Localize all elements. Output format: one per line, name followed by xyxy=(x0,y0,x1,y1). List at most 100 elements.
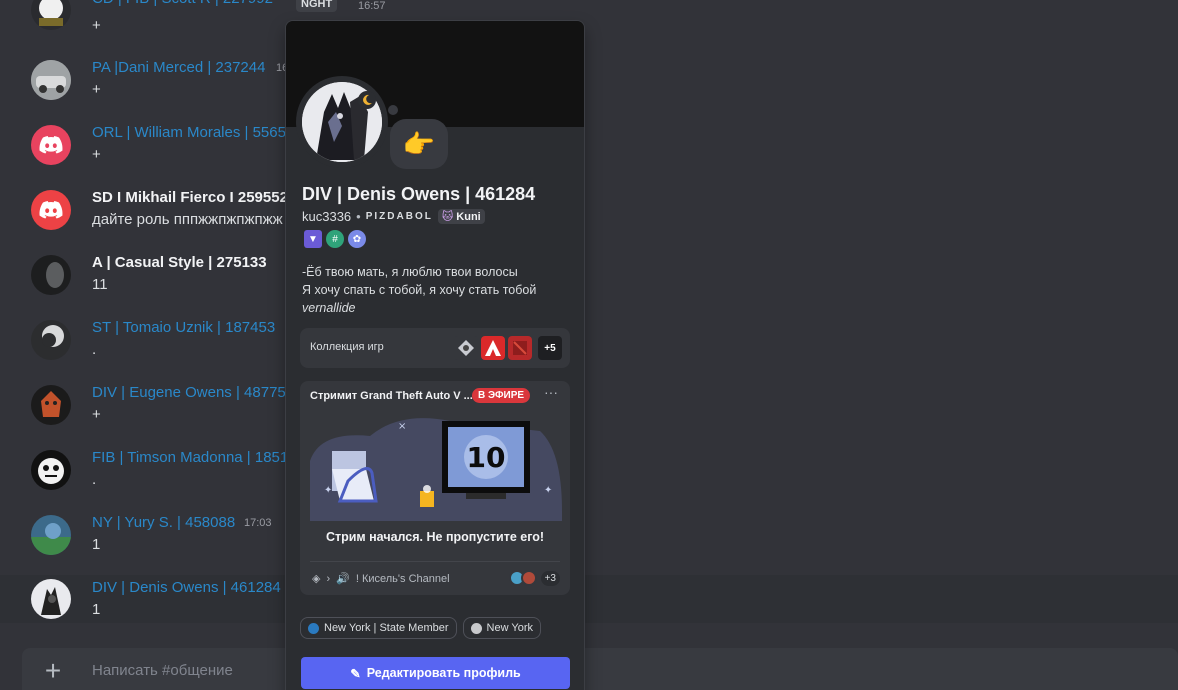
hashtag-badge-icon[interactable]: # xyxy=(326,230,344,248)
avatar xyxy=(520,570,537,586)
avatar[interactable] xyxy=(31,579,71,619)
edit-profile-label: Редактировать профиль xyxy=(366,666,521,680)
role-pill[interactable]: New York xyxy=(462,617,542,639)
avatar[interactable] xyxy=(31,0,71,30)
message-text: + xyxy=(92,81,101,98)
chevron-right-icon: › xyxy=(326,572,331,585)
avatar[interactable] xyxy=(31,515,71,555)
discord-icon xyxy=(39,201,63,219)
voice-channel-name: ! Кисель's Channel xyxy=(355,572,450,585)
message-item: PA |Dani Merced | 237244 16 + xyxy=(0,59,1178,121)
stream-cta: Стрим начался. Не пропустите его! xyxy=(325,530,545,544)
message-item: FIB | Timson Madonna | 1851 . xyxy=(0,449,1178,511)
message-text: дайте роль пппжжпжпжпжж xyxy=(92,211,283,228)
message-item: ST | Tomaio Uznik | 187453 . xyxy=(0,319,1178,381)
role-name: New York xyxy=(486,622,534,634)
message-item: SD I Mikhail Fierco I 259552 дайте роль … xyxy=(0,189,1178,251)
message-author[interactable]: ST | Tomaio Uznik | 187453 xyxy=(92,319,275,337)
message-item: CD | FIB | Scott R | 227992 + xyxy=(0,0,1178,52)
apex-legends-icon[interactable] xyxy=(481,336,505,360)
profile-popout: 👉 DIV | Denis Owens | 461284 kuc3336 • P… xyxy=(285,20,585,690)
svg-text:×: × xyxy=(398,421,406,432)
stream-illustration: 10 × ✦ ✦ xyxy=(310,418,562,521)
avatar[interactable] xyxy=(31,255,71,295)
profile-username[interactable]: kuc3336 xyxy=(302,209,351,224)
message-author[interactable]: SD I Mikhail Fierco I 259552 xyxy=(92,189,288,207)
message-author[interactable]: ORL | William Morales | 5565 xyxy=(92,124,286,142)
message-author[interactable]: DIV | Denis Owens | 461284 xyxy=(92,579,281,597)
message-author[interactable]: CD | FIB | Scott R | 227992 xyxy=(92,0,273,8)
message-item: DIV | Denis Owens | 461284 1 xyxy=(0,575,1178,623)
pointing-hand-icon: 👉 xyxy=(402,128,436,159)
bio-line: Я хочу спать с тобой, я хочу стать тобой xyxy=(302,283,537,297)
voice-participants[interactable]: +3 xyxy=(508,570,560,586)
server-tag-label: Kuni xyxy=(456,210,481,223)
message-text: . xyxy=(92,341,97,358)
message-text: + xyxy=(92,406,101,423)
stream-activity-card[interactable]: Стримит Grand Theft Auto V ... В ЭФИРЕ ·… xyxy=(300,381,570,595)
cat-icon: 🐱 xyxy=(441,211,454,223)
message-author[interactable]: DIV | Eugene Owens | 487758 xyxy=(92,384,294,402)
status-bubble-dot xyxy=(388,105,398,115)
profile-bio: -Ёб твою мать, я люблю твои волосы Я хоч… xyxy=(302,263,536,317)
profile-display-name: DIV | Denis Owens | 461284 xyxy=(302,184,536,204)
profile-avatar[interactable] xyxy=(296,76,388,168)
game-icon[interactable] xyxy=(454,336,478,360)
message-text: + xyxy=(92,146,101,163)
more-options-icon[interactable]: ··· xyxy=(544,384,558,400)
separator-dot: • xyxy=(356,209,361,224)
message-item: A | Casual Style | 275133 11 xyxy=(0,254,1178,316)
avatar[interactable] xyxy=(31,385,71,425)
edit-profile-button[interactable]: ✎ Редактировать профиль xyxy=(301,657,570,689)
status-bubble[interactable]: 👉 xyxy=(390,119,448,169)
avatar[interactable] xyxy=(31,190,71,230)
profile-pronouns: PIZDABOL xyxy=(365,211,433,222)
message-composer: + xyxy=(22,648,1178,690)
role-pill[interactable]: New York | State Member xyxy=(300,617,457,639)
server-tag[interactable]: 🐱 Kuni xyxy=(437,209,485,224)
message-author[interactable]: A | Casual Style | 275133 xyxy=(92,254,267,272)
bio-line: -Ёб твою мать, я люблю твои волосы xyxy=(302,265,518,279)
more-games-count[interactable]: +5 xyxy=(538,336,562,360)
speaker-icon: 🔊 xyxy=(336,573,350,585)
stream-title: Стримит Grand Theft Auto V ... xyxy=(310,390,473,402)
avatar[interactable] xyxy=(31,320,71,360)
moon-status-icon xyxy=(358,91,376,109)
divider xyxy=(310,561,560,562)
boost-badge-icon[interactable]: ✿ xyxy=(348,230,366,248)
message-text: . xyxy=(92,471,97,488)
voice-more-count: +3 xyxy=(540,570,560,586)
message-author[interactable]: FIB | Timson Madonna | 1851 xyxy=(92,449,288,467)
role-color-dot xyxy=(470,622,482,634)
bio-line-italic: vernallide xyxy=(302,301,356,315)
chat-area: NGHT 16:57 CD | FIB | Scott R | 227992 +… xyxy=(0,0,1178,690)
message-item: NY | Yury S. | 458088 17:03 1 xyxy=(0,514,1178,576)
live-badge: В ЭФИРЕ xyxy=(472,388,531,403)
profile-badges: ▼ # ✿ xyxy=(304,230,366,248)
add-attachment-icon[interactable]: + xyxy=(42,657,64,685)
message-time: 17:03 xyxy=(244,517,272,529)
message-author[interactable]: NY | Yury S. | 458088 xyxy=(92,514,235,532)
dota-icon[interactable] xyxy=(508,336,532,360)
avatar[interactable] xyxy=(31,125,71,165)
profile-username-row: kuc3336 • PIZDABOL 🐱 Kuni xyxy=(302,209,485,224)
role-name: New York | State Member xyxy=(324,622,449,634)
game-collection-card[interactable]: Коллекция игр +5 xyxy=(300,328,570,368)
message-text: 1 xyxy=(92,601,101,618)
message-text: + xyxy=(92,17,101,34)
nitro-badge-icon[interactable]: ▼ xyxy=(304,230,322,248)
voice-channel-link[interactable]: ◈ › 🔊 ! Кисель's Channel xyxy=(312,572,450,586)
game-collection-label: Коллекция игр xyxy=(310,341,384,353)
role-color-dot xyxy=(308,622,319,634)
message-text: 11 xyxy=(92,276,108,293)
discord-icon xyxy=(39,136,63,154)
pencil-icon: ✎ xyxy=(350,666,361,681)
svg-text:✦: ✦ xyxy=(544,485,552,496)
countdown-number: 10 xyxy=(467,441,506,474)
message-text: 1 xyxy=(92,536,101,553)
message-item: DIV | Eugene Owens | 487758 + xyxy=(0,384,1178,446)
avatar[interactable] xyxy=(31,450,71,490)
svg-text:✦: ✦ xyxy=(324,485,332,496)
avatar[interactable] xyxy=(31,60,71,100)
message-author[interactable]: PA |Dani Merced | 237244 xyxy=(92,59,265,77)
